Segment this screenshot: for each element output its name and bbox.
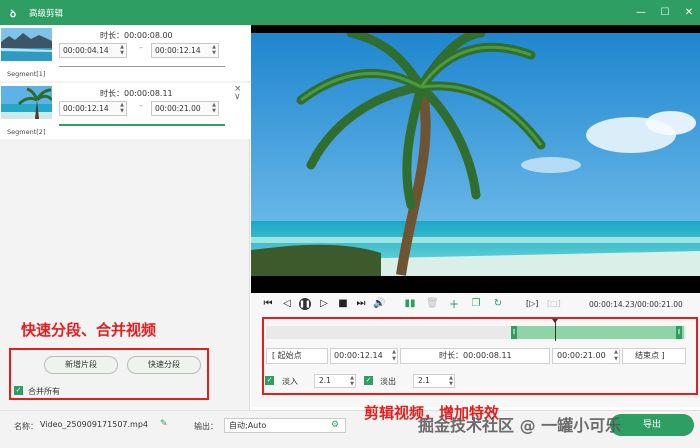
annotation-caption-left: 快速分段、合并视频 bbox=[21, 321, 157, 339]
segment-label: Segment[1] bbox=[7, 70, 46, 78]
volume-icon[interactable]: 🔊 bbox=[373, 298, 385, 310]
maximize-button[interactable]: ☐ bbox=[660, 7, 670, 18]
segment-range-bar bbox=[59, 66, 225, 67]
annotation-box-right bbox=[262, 317, 698, 395]
segment-end-field[interactable]: 00:00:21.00 ▲ ▼ bbox=[151, 101, 219, 116]
close-button[interactable]: ✕ bbox=[684, 7, 694, 18]
edit-icon[interactable]: ✎ bbox=[160, 419, 168, 429]
split-icon[interactable]: ▮▮ bbox=[404, 298, 416, 310]
stop-icon[interactable]: ■ bbox=[337, 298, 349, 310]
prev-frame-icon[interactable]: ◁ bbox=[281, 298, 293, 310]
watermark: 掘金技术社区 @ 一罐小可乐 bbox=[418, 416, 622, 435]
last-frame-icon[interactable]: ⏭ bbox=[355, 298, 367, 310]
segment-start-field[interactable]: 00:00:04.14 ▲ ▼ bbox=[59, 43, 127, 58]
crop-icon[interactable]: [▷] bbox=[526, 298, 538, 310]
merge-all-checkbox[interactable]: ✓ bbox=[14, 386, 23, 395]
new-segment-button[interactable]: 新增片段 bbox=[44, 356, 118, 374]
segment-range-bar bbox=[59, 124, 225, 126]
add-icon[interactable]: + bbox=[448, 298, 460, 310]
spinner-icon[interactable]: ▲ ▼ bbox=[118, 102, 126, 115]
segment-duration: 时长：00:00:08.11 bbox=[100, 89, 173, 98]
segment-thumbnail bbox=[1, 86, 52, 119]
playback-time: 00:00:14.23/00:00:21.00 bbox=[589, 300, 683, 309]
minimize-button[interactable]: — bbox=[636, 7, 646, 18]
app-logo-icon: ꝺ bbox=[10, 8, 16, 20]
spinner-icon[interactable]: ▲ ▼ bbox=[210, 44, 218, 57]
pause-icon[interactable]: ❚❚ bbox=[299, 298, 311, 310]
spinner-icon[interactable]: ▲ ▼ bbox=[118, 44, 126, 57]
gear-icon[interactable]: ⚙ bbox=[331, 419, 339, 432]
segment-item[interactable]: Segment[2] 时长：00:00:08.11 × ∨ 00:00:12.14… bbox=[0, 83, 250, 139]
next-frame-icon[interactable]: ▷ bbox=[318, 298, 330, 310]
close-icon[interactable]: × ∨ bbox=[234, 85, 242, 102]
window-title: 高级剪辑 bbox=[29, 8, 64, 19]
output-label: 输出： bbox=[194, 422, 218, 431]
video-preview[interactable] bbox=[251, 25, 700, 293]
copy-icon[interactable]: ❐ bbox=[470, 298, 482, 310]
title-bar: ꝺ 高级剪辑 — ☐ ✕ bbox=[0, 0, 700, 25]
quick-split-button[interactable]: 快速分段 bbox=[127, 356, 201, 374]
export-button[interactable]: 导出 bbox=[610, 414, 694, 436]
segment-duration: 时长：00:00:08.00 bbox=[100, 31, 173, 40]
name-label: 名称： bbox=[14, 422, 38, 431]
output-select[interactable]: 自动;Auto ⚙ bbox=[224, 418, 346, 433]
spinner-icon[interactable]: ▲ ▼ bbox=[210, 102, 218, 115]
segment-thumbnail bbox=[1, 28, 52, 61]
merge-all-label: 合并所有 bbox=[28, 387, 60, 396]
first-frame-icon[interactable]: ⏮ bbox=[262, 298, 274, 310]
screenshot-icon[interactable]: [□] bbox=[547, 298, 561, 310]
file-name: Video_250909171507.mp4 bbox=[40, 420, 148, 429]
segment-item[interactable]: Segment[1] 时长：00:00:08.00 00:00:04.14 ▲ ▼ … bbox=[0, 25, 250, 81]
segment-label: Segment[2] bbox=[7, 128, 46, 136]
delete-icon[interactable]: 🗑 bbox=[426, 298, 439, 310]
refresh-icon[interactable]: ↻ bbox=[492, 298, 504, 310]
segment-end-field[interactable]: 00:00:12.14 ▲ ▼ bbox=[151, 43, 219, 58]
segment-start-field[interactable]: 00:00:12.14 ▲ ▼ bbox=[59, 101, 127, 116]
